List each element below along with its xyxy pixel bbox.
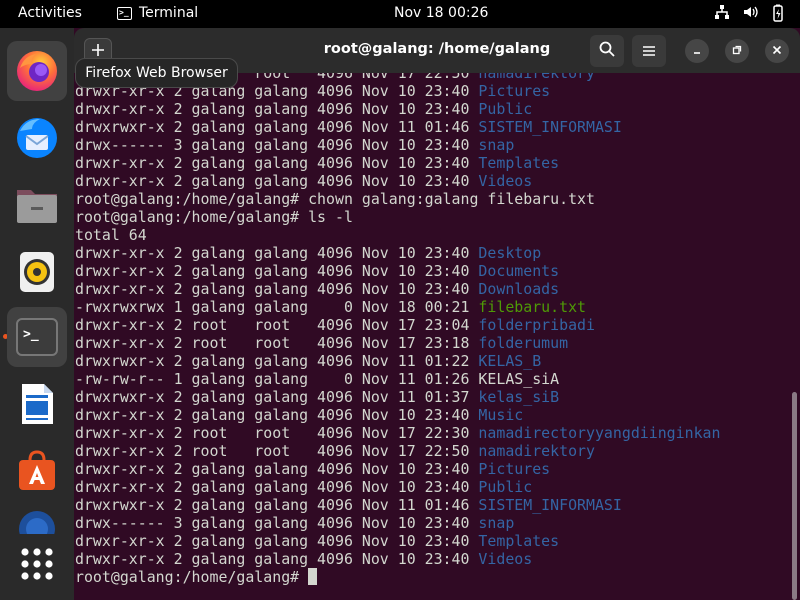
- terminal-line: drwxrwxr-x 2 galang galang 4096 Nov 11 0…: [75, 118, 622, 136]
- dock-writer[interactable]: [7, 374, 67, 434]
- rhythmbox-icon: [14, 249, 60, 295]
- terminal-line: drwxr-xr-x 2 galang galang 4096 Nov 10 2…: [75, 154, 560, 172]
- file-name: Videos: [478, 550, 533, 568]
- file-name: snap: [478, 514, 515, 532]
- app-menu-label: Terminal: [139, 5, 199, 21]
- terminal-line: -rwxrwxrwx 1 galang galang 0 Nov 18 00:2…: [75, 298, 587, 316]
- dock-thunderbird[interactable]: [7, 108, 67, 168]
- dock-firefox[interactable]: [7, 41, 67, 101]
- terminal-line: drwxr-xr-x 2 galang galang 4096 Nov 10 2…: [75, 280, 560, 298]
- clock[interactable]: Nov 18 00:26: [394, 5, 488, 21]
- terminal-line: drwxrwxr-x 2 galang galang 4096 Nov 11 0…: [75, 496, 622, 514]
- file-name: snap: [478, 136, 515, 154]
- file-name: Templates: [478, 154, 560, 172]
- file-name: namadirektory: [478, 73, 595, 82]
- battery-icon: [770, 4, 786, 22]
- app-menu[interactable]: >_ Terminal: [117, 5, 198, 21]
- svg-text:>_: >_: [23, 327, 39, 342]
- file-name: Public: [478, 478, 533, 496]
- command-line: root@galang:/home/galang# ls -l: [75, 208, 353, 226]
- terminal-icon: >_: [14, 314, 60, 360]
- terminal-line: total 64: [75, 226, 147, 244]
- text-cursor: [308, 568, 318, 585]
- terminal-line: drwx------ 3 galang galang 4096 Nov 10 2…: [75, 514, 515, 532]
- minimize-button[interactable]: [685, 39, 709, 63]
- help-icon: [14, 506, 60, 534]
- writer-icon: [14, 381, 60, 427]
- file-name: Pictures: [478, 460, 551, 478]
- activities-button[interactable]: Activities: [18, 5, 82, 21]
- file-name: Downloads: [478, 280, 560, 298]
- file-name: KELAS_siA: [478, 370, 560, 388]
- file-name: folderpribadi: [478, 316, 595, 334]
- terminal-line: drwxrwxr-x 2 galang galang 4096 Nov 11 0…: [75, 388, 560, 406]
- terminal-line: drwxr-xr-x 2 root root 4096 Nov 17 22:50…: [75, 442, 595, 460]
- terminal-lines: drwxr-xr-x 2 root root 4096 Nov 17 22:50…: [75, 73, 720, 586]
- close-icon: [772, 44, 782, 58]
- terminal-line: -rw-rw-r-- 1 galang galang 0 Nov 11 01:2…: [75, 370, 560, 388]
- file-name: Pictures: [478, 82, 551, 100]
- show-apps-button[interactable]: [7, 534, 67, 594]
- hamburger-icon: [642, 42, 656, 61]
- terminal-line: drwxr-xr-x 2 galang galang 4096 Nov 10 2…: [75, 100, 533, 118]
- dock-rhythmbox[interactable]: [7, 242, 67, 302]
- maximize-button[interactable]: [725, 39, 749, 63]
- thunderbird-icon: [14, 115, 60, 161]
- terminal-scrollbar[interactable]: [792, 392, 797, 600]
- terminal-icon: >_: [117, 6, 132, 20]
- terminal-line: drwxr-xr-x 2 galang galang 4096 Nov 10 2…: [75, 532, 560, 550]
- files-icon: [14, 182, 60, 228]
- terminal-line: drwxr-xr-x 2 galang galang 4096 Nov 10 2…: [75, 460, 551, 478]
- terminal-output[interactable]: drwxr-xr-x 2 root root 4096 Nov 17 22:50…: [74, 73, 800, 600]
- terminal-window: root@galang: /home/galang drwxr-xr-x 2 r…: [74, 28, 800, 600]
- terminal-line: drwxr-xr-x 2 root root 4096 Nov 17 23:18…: [75, 334, 569, 352]
- search-button[interactable]: [590, 35, 624, 67]
- file-name: SISTEM_INFORMASI: [478, 118, 622, 136]
- terminal-line: drwxr-xr-x 2 galang galang 4096 Nov 10 2…: [75, 478, 533, 496]
- terminal-line: drwxr-xr-x 2 galang galang 4096 Nov 10 2…: [75, 406, 524, 424]
- file-name: Templates: [478, 532, 560, 550]
- dock-help[interactable]: [7, 506, 67, 534]
- file-name: Documents: [478, 262, 560, 280]
- file-name: KELAS_B: [478, 352, 542, 370]
- file-name: Music: [478, 406, 524, 424]
- file-name: namadirectoryyangdiinginkan: [478, 424, 721, 442]
- terminal-line: drwxrwxr-x 2 galang galang 4096 Nov 11 0…: [75, 352, 542, 370]
- dock: >_: [0, 28, 74, 600]
- file-name: kelas_siB: [478, 388, 560, 406]
- terminal-line: drwxr-xr-x 2 galang galang 4096 Nov 10 2…: [75, 244, 542, 262]
- file-name: Videos: [478, 172, 533, 190]
- top-bar: Activities >_ Terminal Nov 18 00:26: [0, 0, 800, 28]
- file-name: folderumum: [478, 334, 569, 352]
- terminal-line: drwxr-xr-x 2 galang galang 4096 Nov 10 2…: [75, 550, 533, 568]
- system-tray[interactable]: [714, 4, 786, 22]
- apps-grid-icon: [20, 547, 54, 581]
- firefox-icon: [14, 48, 60, 94]
- restore-icon: [732, 44, 742, 58]
- file-name: namadirektory: [478, 442, 595, 460]
- search-icon: [599, 41, 615, 61]
- file-name: SISTEM_INFORMASI: [478, 496, 622, 514]
- close-button[interactable]: [765, 39, 789, 63]
- dock-software[interactable]: [7, 441, 67, 501]
- software-icon: [14, 448, 60, 494]
- shell-prompt: root@galang:/home/galang#: [75, 568, 309, 586]
- command-line: root@galang:/home/galang# chown galang:g…: [75, 190, 595, 208]
- terminal-line: drwxr-xr-x 2 galang galang 4096 Nov 10 2…: [75, 262, 560, 280]
- file-name: filebaru.txt: [478, 298, 587, 316]
- file-name: Desktop: [478, 244, 542, 262]
- prompt-line[interactable]: root@galang:/home/galang#: [75, 568, 720, 586]
- dock-tooltip: Firefox Web Browser: [75, 58, 238, 88]
- minimize-icon: [692, 44, 702, 58]
- dock-files[interactable]: [7, 175, 67, 235]
- terminal-line: drwxr-xr-x 2 galang galang 4096 Nov 10 2…: [75, 172, 533, 190]
- volume-icon: [742, 4, 758, 22]
- terminal-line: drwxr-xr-x 2 root root 4096 Nov 17 23:04…: [75, 316, 595, 334]
- menu-button[interactable]: [632, 35, 666, 67]
- file-name: Public: [478, 100, 533, 118]
- network-icon: [714, 4, 730, 22]
- dock-terminal[interactable]: >_: [7, 307, 67, 367]
- terminal-line: drwx------ 3 galang galang 4096 Nov 10 2…: [75, 136, 515, 154]
- terminal-line: drwxr-xr-x 2 root root 4096 Nov 17 22:30…: [75, 424, 721, 442]
